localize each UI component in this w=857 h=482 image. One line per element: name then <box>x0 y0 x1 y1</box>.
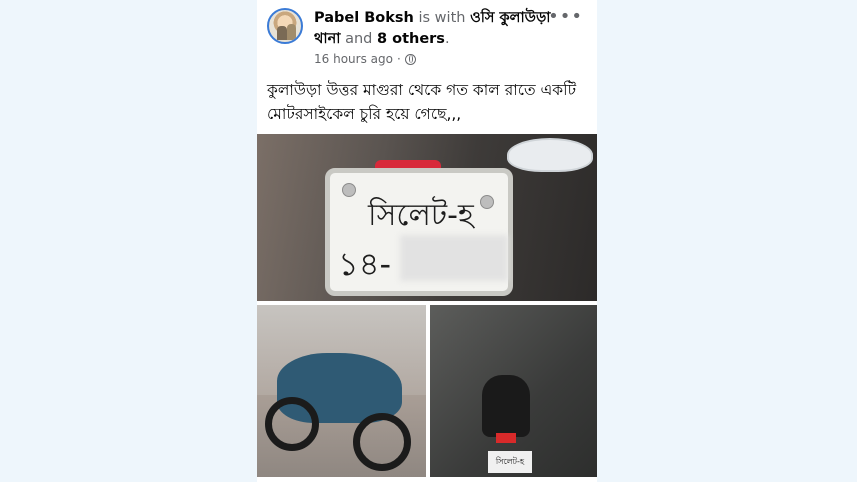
photo-headlight <box>507 138 593 172</box>
more-options-icon[interactable]: ••• <box>548 6 583 27</box>
plate-text-line2: ১৪- <box>338 245 392 283</box>
period: . <box>444 31 450 47</box>
timestamp[interactable]: 16 hours ago <box>314 52 393 66</box>
and-text: and <box>345 31 373 47</box>
avatar-person <box>277 26 287 40</box>
meta-separator: · <box>396 52 401 66</box>
motorcycle-wheel <box>353 413 411 471</box>
plate-blur <box>400 235 508 281</box>
photo-license-plate[interactable]: সিলেট-হ ১৪- <box>257 134 597 301</box>
post-text: কুলাউড়া উত্তর মাগুরা থেকে গত কাল রাতে এ… <box>267 81 577 123</box>
others-link[interactable]: 8 others <box>377 31 445 47</box>
plate-bolt <box>342 183 356 197</box>
motorcycle-wheel <box>265 397 319 451</box>
photo-motorcycle-side[interactable] <box>257 305 426 477</box>
globe-icon <box>404 53 416 65</box>
plate-bolt <box>480 195 494 209</box>
motorcycle-taillight <box>496 433 516 443</box>
license-plate: সিলেট-হ ১৪- <box>325 168 513 296</box>
avatar[interactable] <box>267 8 303 44</box>
photo-motorcycle-rear[interactable]: সিলেট-হ <box>430 305 597 477</box>
small-license-plate: সিলেট-হ <box>488 451 532 473</box>
avatar-person <box>287 24 296 40</box>
with-text: is with <box>418 10 466 26</box>
motorcycle-seat <box>482 375 530 437</box>
post-header: Pabel Boksh is with ওসি কুলাউড়া থানা an… <box>314 8 559 50</box>
post-meta: 16 hours ago · <box>314 52 416 66</box>
post-card: Pabel Boksh is with ওসি কুলাউড়া থানা an… <box>257 0 597 482</box>
author-name[interactable]: Pabel Boksh <box>314 10 414 26</box>
